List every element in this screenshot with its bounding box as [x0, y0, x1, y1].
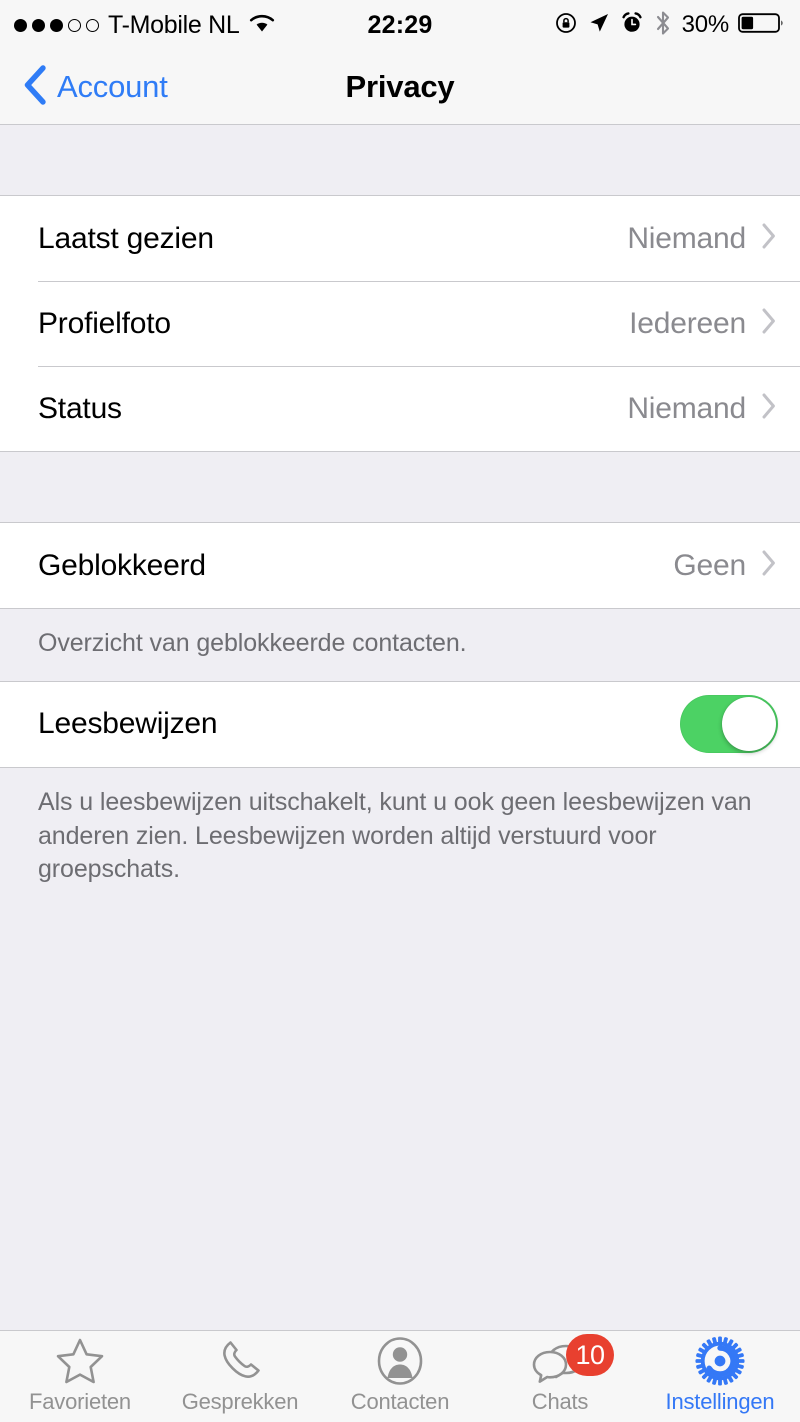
chevron-right-icon: [760, 391, 778, 426]
signal-dot-empty: [68, 18, 81, 32]
row-value: Iedereen: [629, 306, 746, 340]
chats-unread-badge: 10: [566, 1334, 614, 1376]
alarm-clock-icon: [620, 11, 644, 40]
row-accessory: Iedereen: [629, 306, 778, 341]
row-label: Laatst gezien: [38, 221, 214, 255]
tab-contacten[interactable]: Contacten: [320, 1331, 480, 1422]
read-receipts-group: Leesbewijzen: [0, 680, 800, 768]
status-bar-left: T-Mobile NL: [14, 11, 276, 40]
visibility-group: Laatst gezien Niemand Profielfoto Iedere…: [0, 195, 800, 452]
chevron-right-icon: [760, 306, 778, 341]
read-receipts-footer-note: Als u leesbewijzen uitschakelt, kunt u o…: [38, 787, 752, 884]
row-label: Leesbewijzen: [38, 707, 218, 741]
row-accessory: Niemand: [627, 391, 778, 426]
chat-bubbles-icon: 10: [532, 1334, 614, 1386]
row-value: Niemand: [627, 221, 746, 255]
navigation-bar: Account Privacy: [0, 50, 800, 125]
chevron-right-icon: [760, 548, 778, 583]
signal-dot-filled: [14, 18, 27, 32]
battery-percentage: 30%: [681, 11, 730, 38]
back-button-label: Account: [57, 69, 168, 104]
row-geblokkeerd[interactable]: Geblokkeerd Geen: [0, 523, 800, 608]
tab-label: Favorieten: [29, 1389, 131, 1414]
tab-favorieten[interactable]: Favorieten: [0, 1331, 160, 1422]
status-bar-right: 30%: [554, 10, 786, 41]
row-label: Profielfoto: [38, 306, 171, 340]
status-bar: T-Mobile NL 22:29 30%: [0, 0, 800, 50]
tab-chats[interactable]: 10 Chats: [480, 1331, 640, 1422]
location-arrow-icon: [587, 11, 611, 40]
star-icon: [54, 1338, 106, 1386]
row-leesbewijzen[interactable]: Leesbewijzen: [0, 681, 800, 767]
blocked-group: Geblokkeerd Geen: [0, 522, 800, 609]
wifi-icon: [248, 12, 276, 39]
row-value: Geen: [673, 548, 746, 582]
settings-list: Laatst gezien Niemand Profielfoto Iedere…: [0, 125, 800, 1330]
row-status[interactable]: Status Niemand: [0, 366, 800, 451]
privacy-settings-screen: T-Mobile NL 22:29 30% Account Privacy La…: [0, 0, 800, 1422]
row-accessory: Geen: [673, 548, 778, 583]
bluetooth-icon: [653, 10, 673, 41]
chevron-left-icon: [22, 64, 48, 111]
tab-gesprekken[interactable]: Gesprekken: [160, 1331, 320, 1422]
carrier-name: T-Mobile NL: [108, 10, 240, 39]
row-profielfoto[interactable]: Profielfoto Iedereen: [0, 281, 800, 366]
row-laatst-gezien[interactable]: Laatst gezien Niemand: [0, 196, 800, 281]
signal-dot-filled: [50, 18, 63, 32]
tab-label: Chats: [531, 1389, 589, 1414]
row-value: Niemand: [627, 391, 746, 425]
row-accessory: Niemand: [627, 221, 778, 256]
chevron-right-icon: [760, 221, 778, 256]
toggle-knob: [722, 697, 776, 752]
rotation-lock-icon: [554, 11, 578, 40]
blocked-footer-note: Overzicht van geblokkeerde contacten.: [38, 629, 467, 657]
signal-dot-filled: [32, 18, 45, 32]
tab-bar: Favorieten Gesprekken Contacten 10 Chats…: [0, 1330, 800, 1422]
signal-strength-dots: [14, 18, 99, 32]
back-button[interactable]: Account: [0, 64, 168, 111]
tab-instellingen[interactable]: Instellingen: [640, 1331, 800, 1422]
leesbewijzen-toggle[interactable]: [680, 695, 778, 754]
tab-label: Contacten: [350, 1389, 450, 1414]
row-label: Status: [38, 391, 122, 425]
phone-icon: [215, 1338, 265, 1386]
signal-dot-empty: [86, 18, 99, 32]
person-circle-icon: [375, 1337, 425, 1386]
gear-icon: [694, 1336, 746, 1386]
row-label: Geblokkeerd: [38, 548, 206, 582]
tab-label: Gesprekken: [181, 1389, 299, 1414]
tab-label: Instellingen: [665, 1389, 775, 1414]
row-accessory: [680, 695, 778, 754]
battery-icon: [738, 11, 786, 40]
